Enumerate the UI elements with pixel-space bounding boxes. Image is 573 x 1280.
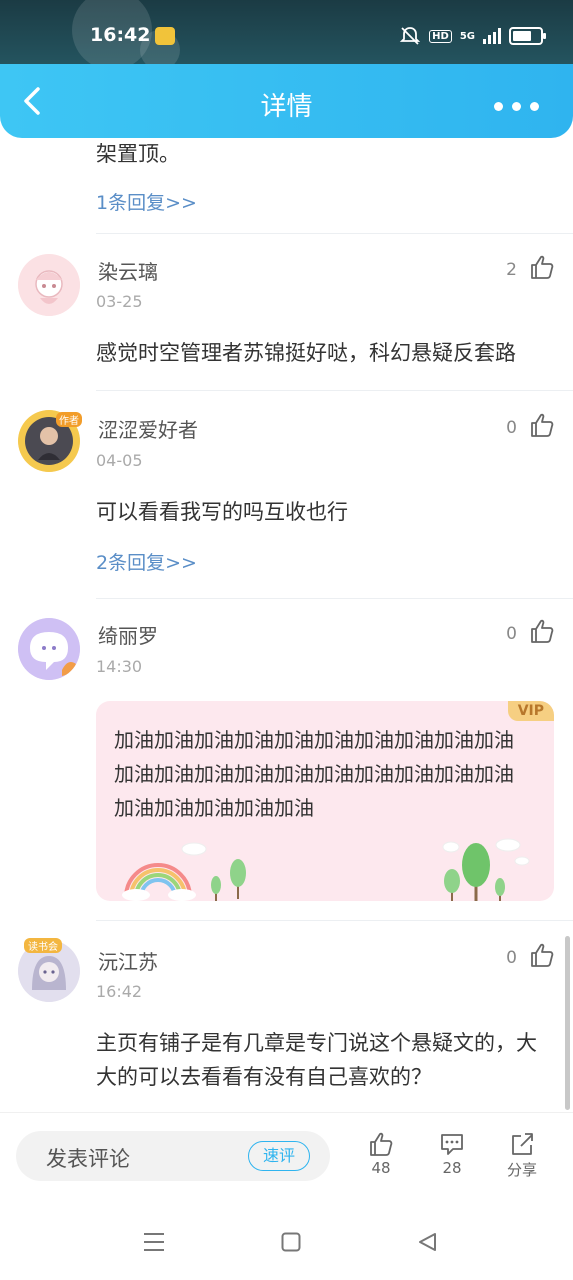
comment-date: 16:42 bbox=[96, 982, 143, 1001]
hd-icon: HD bbox=[429, 29, 452, 43]
user-name[interactable]: 沅江苏 bbox=[98, 946, 158, 975]
comment-text: 感觉时空管理者苏锦挺好哒，科幻悬疑反套路 bbox=[96, 341, 516, 365]
share-icon bbox=[512, 1133, 533, 1155]
vip-badge: VIP bbox=[507, 701, 554, 721]
avatar-image bbox=[18, 254, 80, 316]
comment-date: 04-05 bbox=[96, 451, 143, 470]
back-nav-icon[interactable] bbox=[417, 1232, 437, 1252]
avatar[interactable] bbox=[18, 618, 80, 680]
comment-input[interactable]: 发表评论 速评 bbox=[16, 1131, 330, 1181]
share-button[interactable]: 分享 bbox=[497, 1131, 547, 1180]
page-header: 详情 bbox=[0, 64, 573, 138]
divider bbox=[96, 920, 573, 921]
share-label: 分享 bbox=[506, 1161, 537, 1179]
comment-text: 主页有铺子是有几章是专门说这个悬疑文的，大大的可以去看看有没有自己喜欢的？ bbox=[96, 1031, 537, 1089]
comment-input-placeholder: 发表评论 bbox=[46, 1147, 130, 1171]
divider bbox=[96, 233, 573, 234]
avatar-image bbox=[18, 618, 80, 680]
like-count: 2 bbox=[506, 260, 517, 280]
comment-list[interactable]: 架置顶。 1条回复>> 染云璃 03-25 2 感觉时空管理者苏锦挺好哒，科幻悬… bbox=[0, 138, 573, 1112]
signal-icon bbox=[483, 28, 501, 44]
menu-icon[interactable] bbox=[143, 1232, 165, 1252]
replies-link[interactable]: 2条回复>> bbox=[96, 548, 197, 575]
mute-icon bbox=[399, 27, 421, 45]
like-total: 48 bbox=[371, 1159, 391, 1177]
comment-text: 可以看看我写的吗互收也行 bbox=[96, 500, 348, 524]
system-nav-bar bbox=[0, 1200, 573, 1280]
comment-date: 03-25 bbox=[96, 292, 143, 311]
replies-link[interactable]: 1条回复>> bbox=[96, 188, 197, 215]
comment-toolbar: 发表评论 速评 48 28 分享 bbox=[0, 1112, 573, 1201]
app-notification-icon bbox=[155, 27, 175, 45]
like-count: 0 bbox=[506, 418, 517, 438]
user-name[interactable]: 涩涩爱好者 bbox=[98, 414, 198, 443]
user-name[interactable]: 绮丽罗 bbox=[98, 620, 158, 649]
comment-text-fragment: 架置顶。 bbox=[96, 142, 180, 166]
more-icon[interactable] bbox=[494, 102, 539, 111]
status-icons: HD 5G bbox=[399, 25, 546, 47]
thumbs-up-icon[interactable] bbox=[529, 412, 555, 438]
author-badge: 作者 bbox=[56, 412, 82, 427]
vip-comment-card: VIP 加油加油加油加油加油加油加油加油加油加油加油加油加油加油加油加油加油加油… bbox=[96, 701, 554, 901]
comment-total: 28 bbox=[442, 1159, 462, 1177]
divider bbox=[96, 390, 573, 391]
thumbs-up-icon[interactable] bbox=[529, 618, 555, 644]
network-label: 5G bbox=[459, 30, 475, 42]
page-title: 详情 bbox=[260, 92, 313, 122]
home-icon[interactable] bbox=[281, 1232, 301, 1252]
divider bbox=[96, 598, 573, 599]
quick-comment-button[interactable]: 速评 bbox=[248, 1141, 310, 1171]
like-count: 0 bbox=[506, 948, 517, 968]
like-button[interactable]: 48 bbox=[356, 1131, 406, 1177]
member-badge: 读书会 bbox=[24, 938, 62, 953]
like-count: 0 bbox=[506, 624, 517, 644]
thumbs-up-icon[interactable] bbox=[529, 254, 555, 280]
battery-icon bbox=[509, 27, 546, 45]
scrollbar[interactable] bbox=[565, 936, 570, 1110]
comments-button[interactable]: 28 bbox=[427, 1131, 477, 1177]
thumbs-up-icon bbox=[370, 1132, 393, 1156]
user-name[interactable]: 染云璃 bbox=[98, 256, 158, 285]
avatar[interactable] bbox=[18, 254, 80, 316]
status-bar: 16:42 HD 5G bbox=[0, 0, 573, 64]
comment-date: 14:30 bbox=[96, 657, 143, 676]
thumbs-up-icon[interactable] bbox=[529, 942, 555, 968]
comment-text: 加油加油加油加油加油加油加油加油加油加油加油加油加油加油加油加油加油加油加油加油… bbox=[114, 728, 514, 820]
comment-icon bbox=[441, 1134, 463, 1155]
status-time: 16:42 bbox=[90, 24, 151, 46]
vip-decoration bbox=[122, 838, 530, 901]
